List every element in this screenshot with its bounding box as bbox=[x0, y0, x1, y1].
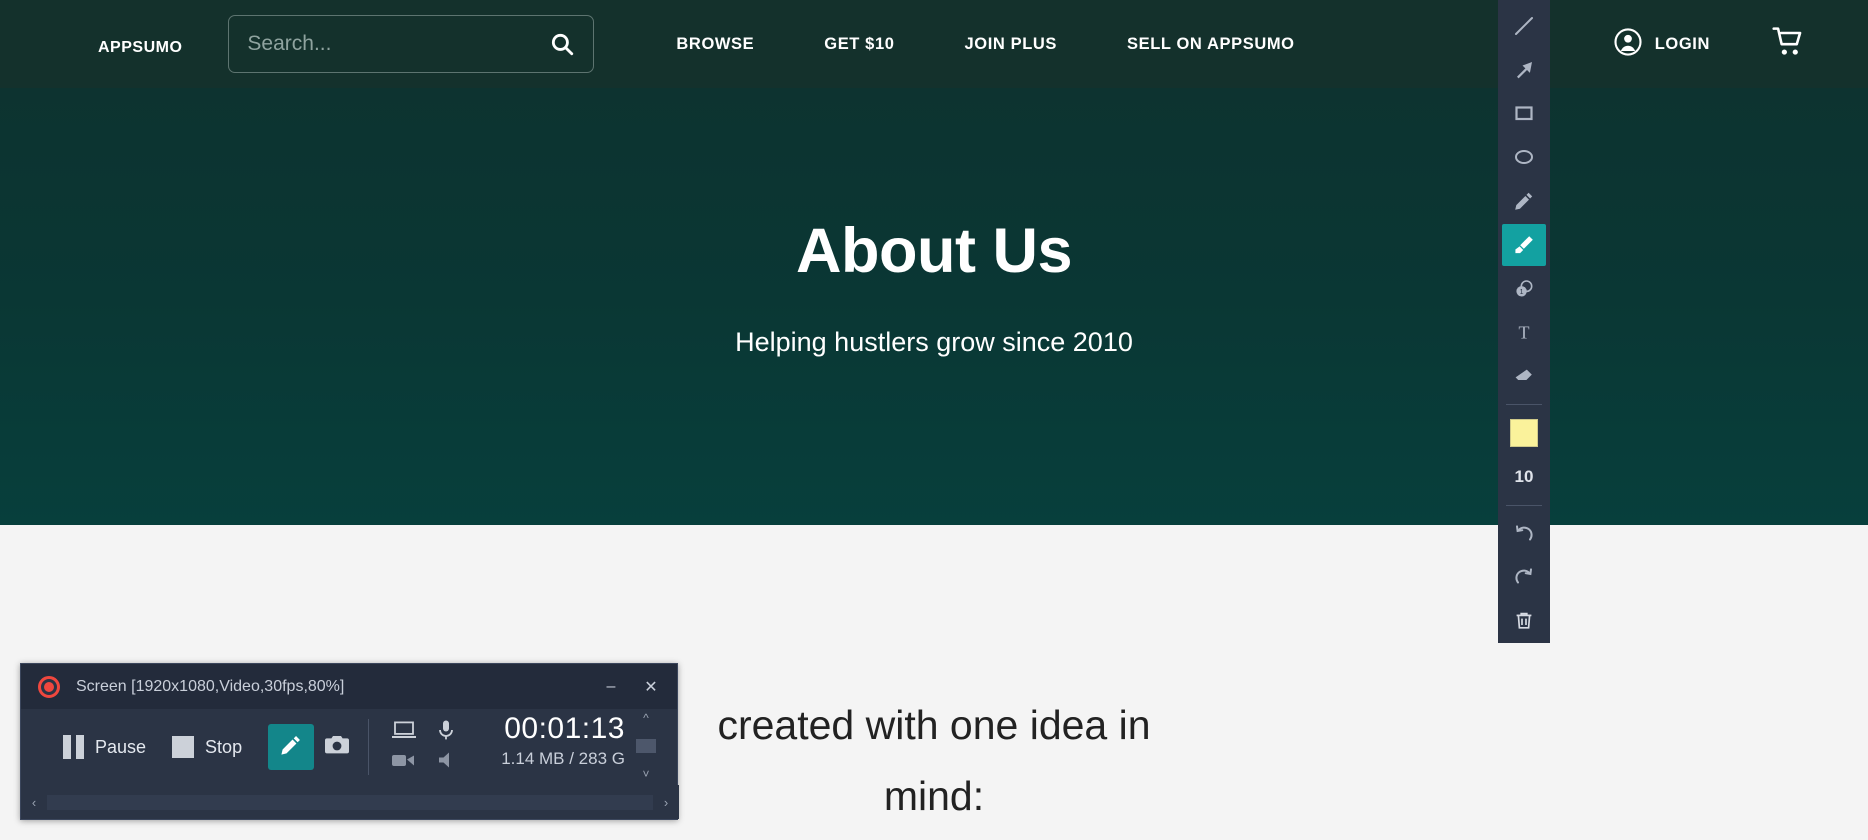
step-number-tool[interactable]: 1 bbox=[1502, 268, 1546, 310]
speaker-device-toggle[interactable] bbox=[435, 751, 457, 774]
window-buttons: – ✕ bbox=[591, 664, 671, 709]
stroke-size-button[interactable]: 10 bbox=[1502, 456, 1546, 498]
arrow-icon bbox=[1513, 59, 1535, 81]
camera-icon bbox=[324, 733, 350, 762]
nav-item-sell-on-appsumo[interactable]: SELL ON APPSUMO bbox=[1127, 35, 1295, 54]
shopping-cart-icon[interactable] bbox=[1772, 26, 1806, 62]
color-swatch-yellow bbox=[1510, 419, 1538, 448]
controls-divider bbox=[368, 719, 370, 775]
line-tool[interactable] bbox=[1502, 5, 1546, 47]
appsumo-logo[interactable]: AppSumo bbox=[98, 31, 182, 58]
svg-text:1: 1 bbox=[1520, 289, 1524, 296]
ellipse-tool[interactable] bbox=[1502, 136, 1546, 178]
redo-button[interactable] bbox=[1502, 556, 1546, 598]
main-nav: BROWSE GET $10 JOIN PLUS SELL ON APPSUMO bbox=[676, 35, 1294, 54]
site-header: AppSumo Search... BROWSE GET $10 JOIN PL… bbox=[0, 0, 1868, 88]
undo-icon bbox=[1513, 523, 1535, 545]
pencil-icon bbox=[1513, 190, 1535, 212]
speaker-icon bbox=[435, 752, 457, 773]
device-toggles bbox=[383, 717, 467, 777]
toolbar-divider bbox=[1506, 404, 1542, 406]
screen: AppSumo Search... BROWSE GET $10 JOIN PL… bbox=[0, 0, 1868, 840]
eraser-tool[interactable] bbox=[1502, 355, 1546, 397]
login-button[interactable]: LOGIN bbox=[1613, 27, 1710, 62]
stroke-size-value: 10 bbox=[1514, 466, 1534, 486]
search-input[interactable]: Search... bbox=[228, 15, 595, 73]
pause-label: Pause bbox=[95, 736, 147, 757]
chevron-up-icon[interactable]: ^ bbox=[643, 712, 649, 724]
color-swatch-button[interactable] bbox=[1502, 412, 1546, 454]
microphone-device-toggle[interactable] bbox=[436, 719, 456, 746]
undo-button[interactable] bbox=[1502, 513, 1546, 555]
scroll-right-arrow-icon[interactable]: › bbox=[653, 795, 679, 810]
record-dot-icon bbox=[38, 675, 60, 698]
stop-icon bbox=[172, 736, 195, 758]
recorder-stats: 00:01:13 1.14 MB / 283 G bbox=[501, 711, 625, 771]
page-title: About Us bbox=[796, 216, 1072, 286]
recording-timer: 00:01:13 bbox=[504, 712, 625, 745]
highlighter-icon bbox=[1512, 233, 1536, 257]
microphone-icon bbox=[436, 720, 456, 745]
scrollbar-track[interactable] bbox=[47, 794, 653, 810]
redo-icon bbox=[1513, 566, 1535, 588]
recording-filesize: 1.14 MB / 283 G bbox=[501, 749, 625, 768]
recorder-controls: Pause Stop 00:01:13 1.14 MB / 283 G ^ ˅ bbox=[21, 709, 677, 785]
user-circle-icon bbox=[1613, 27, 1643, 62]
search-icon[interactable] bbox=[549, 31, 575, 57]
pause-icon bbox=[63, 735, 84, 759]
pause-button[interactable]: Pause bbox=[63, 735, 146, 759]
scroll-left-arrow-icon[interactable]: ‹ bbox=[21, 795, 47, 810]
webcam-device-toggle[interactable] bbox=[391, 751, 417, 774]
ellipse-icon bbox=[1513, 146, 1535, 168]
recorder-title: Screen [1920x1080,Video,30fps,80%] bbox=[76, 677, 345, 695]
line-icon bbox=[1513, 15, 1535, 37]
hero-section: About Us Helping hustlers grow since 201… bbox=[0, 88, 1868, 525]
text-t-icon: T bbox=[1513, 321, 1535, 343]
stop-label: Stop bbox=[205, 736, 243, 757]
login-label: LOGIN bbox=[1654, 34, 1710, 53]
minimize-button[interactable]: – bbox=[591, 664, 631, 709]
recorder-titlebar[interactable]: Screen [1920x1080,Video,30fps,80%] – ✕ bbox=[21, 664, 677, 709]
svg-text:T: T bbox=[1519, 323, 1530, 343]
screen-recorder-window: Screen [1920x1080,Video,30fps,80%] – ✕ P… bbox=[20, 663, 679, 820]
highlighter-tool[interactable] bbox=[1502, 223, 1546, 266]
arrow-tool[interactable] bbox=[1502, 49, 1546, 91]
eraser-icon bbox=[1513, 365, 1535, 387]
toolbar-divider-2 bbox=[1506, 504, 1542, 506]
draw-button[interactable] bbox=[268, 724, 315, 770]
hero-subtitle: Helping hustlers grow since 2010 bbox=[735, 327, 1133, 357]
nav-item-get-10[interactable]: GET $10 bbox=[824, 35, 894, 54]
trash-icon bbox=[1513, 610, 1535, 632]
pencil-icon bbox=[279, 733, 303, 762]
screen-device-toggle[interactable] bbox=[391, 720, 417, 745]
screenshot-button[interactable] bbox=[314, 724, 360, 770]
text-tool[interactable]: T bbox=[1502, 312, 1546, 354]
nav-item-browse[interactable]: BROWSE bbox=[676, 35, 754, 54]
spinner-block bbox=[636, 739, 656, 753]
pencil-tool[interactable] bbox=[1502, 180, 1546, 222]
webcam-icon bbox=[391, 754, 417, 773]
horizontal-scrollbar[interactable]: ‹ › bbox=[21, 785, 679, 819]
delete-button[interactable] bbox=[1502, 600, 1546, 642]
rectangle-icon bbox=[1513, 102, 1535, 124]
stats-spinner[interactable]: ^ ˅ bbox=[635, 712, 657, 780]
header-right-group: LOGIN bbox=[1613, 0, 1868, 88]
annotation-toolbar: 1 T 10 bbox=[1498, 0, 1550, 643]
nav-item-join-plus[interactable]: JOIN PLUS bbox=[965, 35, 1058, 54]
close-button[interactable]: ✕ bbox=[631, 664, 671, 709]
laptop-icon bbox=[391, 721, 417, 744]
chevron-down-icon[interactable]: ˅ bbox=[642, 768, 649, 780]
numbered-step-icon: 1 bbox=[1513, 278, 1535, 300]
search-placeholder: Search... bbox=[247, 32, 332, 55]
rectangle-tool[interactable] bbox=[1502, 93, 1546, 135]
stop-button[interactable]: Stop bbox=[172, 736, 242, 758]
